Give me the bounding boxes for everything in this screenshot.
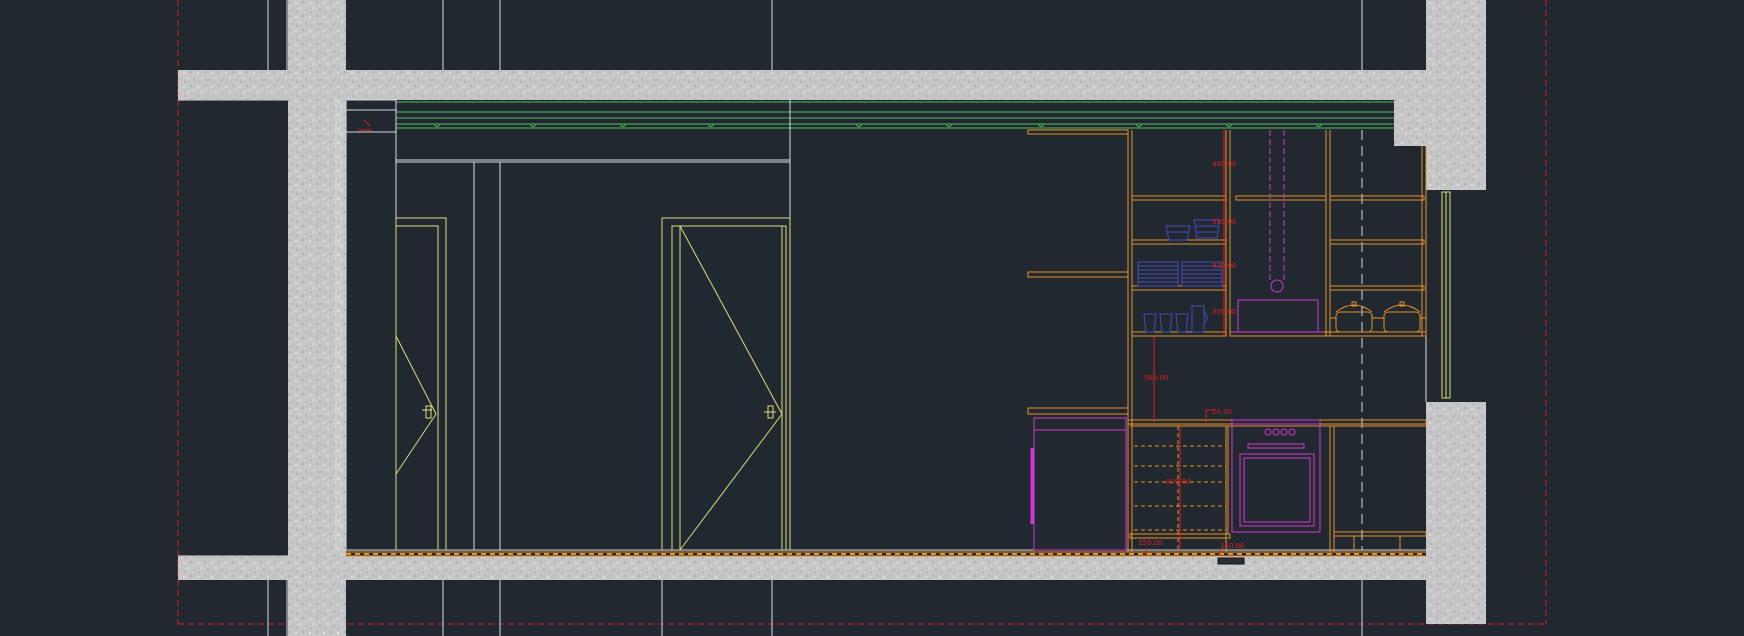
ceiling-slab [178, 70, 1486, 100]
right-column-top [1426, 0, 1486, 190]
pots [1330, 301, 1426, 333]
dimension-text: 320.00 [1212, 262, 1237, 270]
window-right [1441, 191, 1451, 399]
range-hood [1232, 130, 1324, 333]
dimension-text: 20.00 [1212, 408, 1232, 416]
suspended-ceiling [396, 101, 1394, 129]
door-right[interactable] [661, 217, 791, 551]
upper-shelving [1027, 129, 1427, 552]
beam-drop [1394, 100, 1426, 146]
ceiling-marker [358, 119, 372, 131]
dimension-text: 300.00 [1212, 308, 1237, 316]
left-wall [288, 0, 346, 636]
dishes [1137, 219, 1223, 333]
oven [1231, 419, 1321, 533]
refrigerator [1030, 417, 1127, 551]
dimension-text: 560.00 [1144, 374, 1169, 382]
cad-drawing: 400.00 320.00 320.00 300.00 560.00 20.00… [177, 0, 1547, 636]
dimension-text: 820.00 [1166, 478, 1191, 486]
dimension-text: 150.00 [1220, 542, 1245, 550]
door-left[interactable] [395, 217, 447, 551]
dimension-text: 320.00 [1212, 218, 1237, 226]
floor-slab [178, 556, 1486, 580]
dimension-text: 400.00 [1212, 160, 1237, 168]
floor-marker [1217, 557, 1245, 565]
dimension-text: 150.00 [1138, 539, 1163, 547]
right-column-bottom [1426, 402, 1486, 624]
dimension-lines [1145, 130, 1225, 556]
partitions [335, 99, 1427, 550]
floor-tiles [346, 549, 1426, 557]
concrete-structure [178, 0, 1486, 636]
